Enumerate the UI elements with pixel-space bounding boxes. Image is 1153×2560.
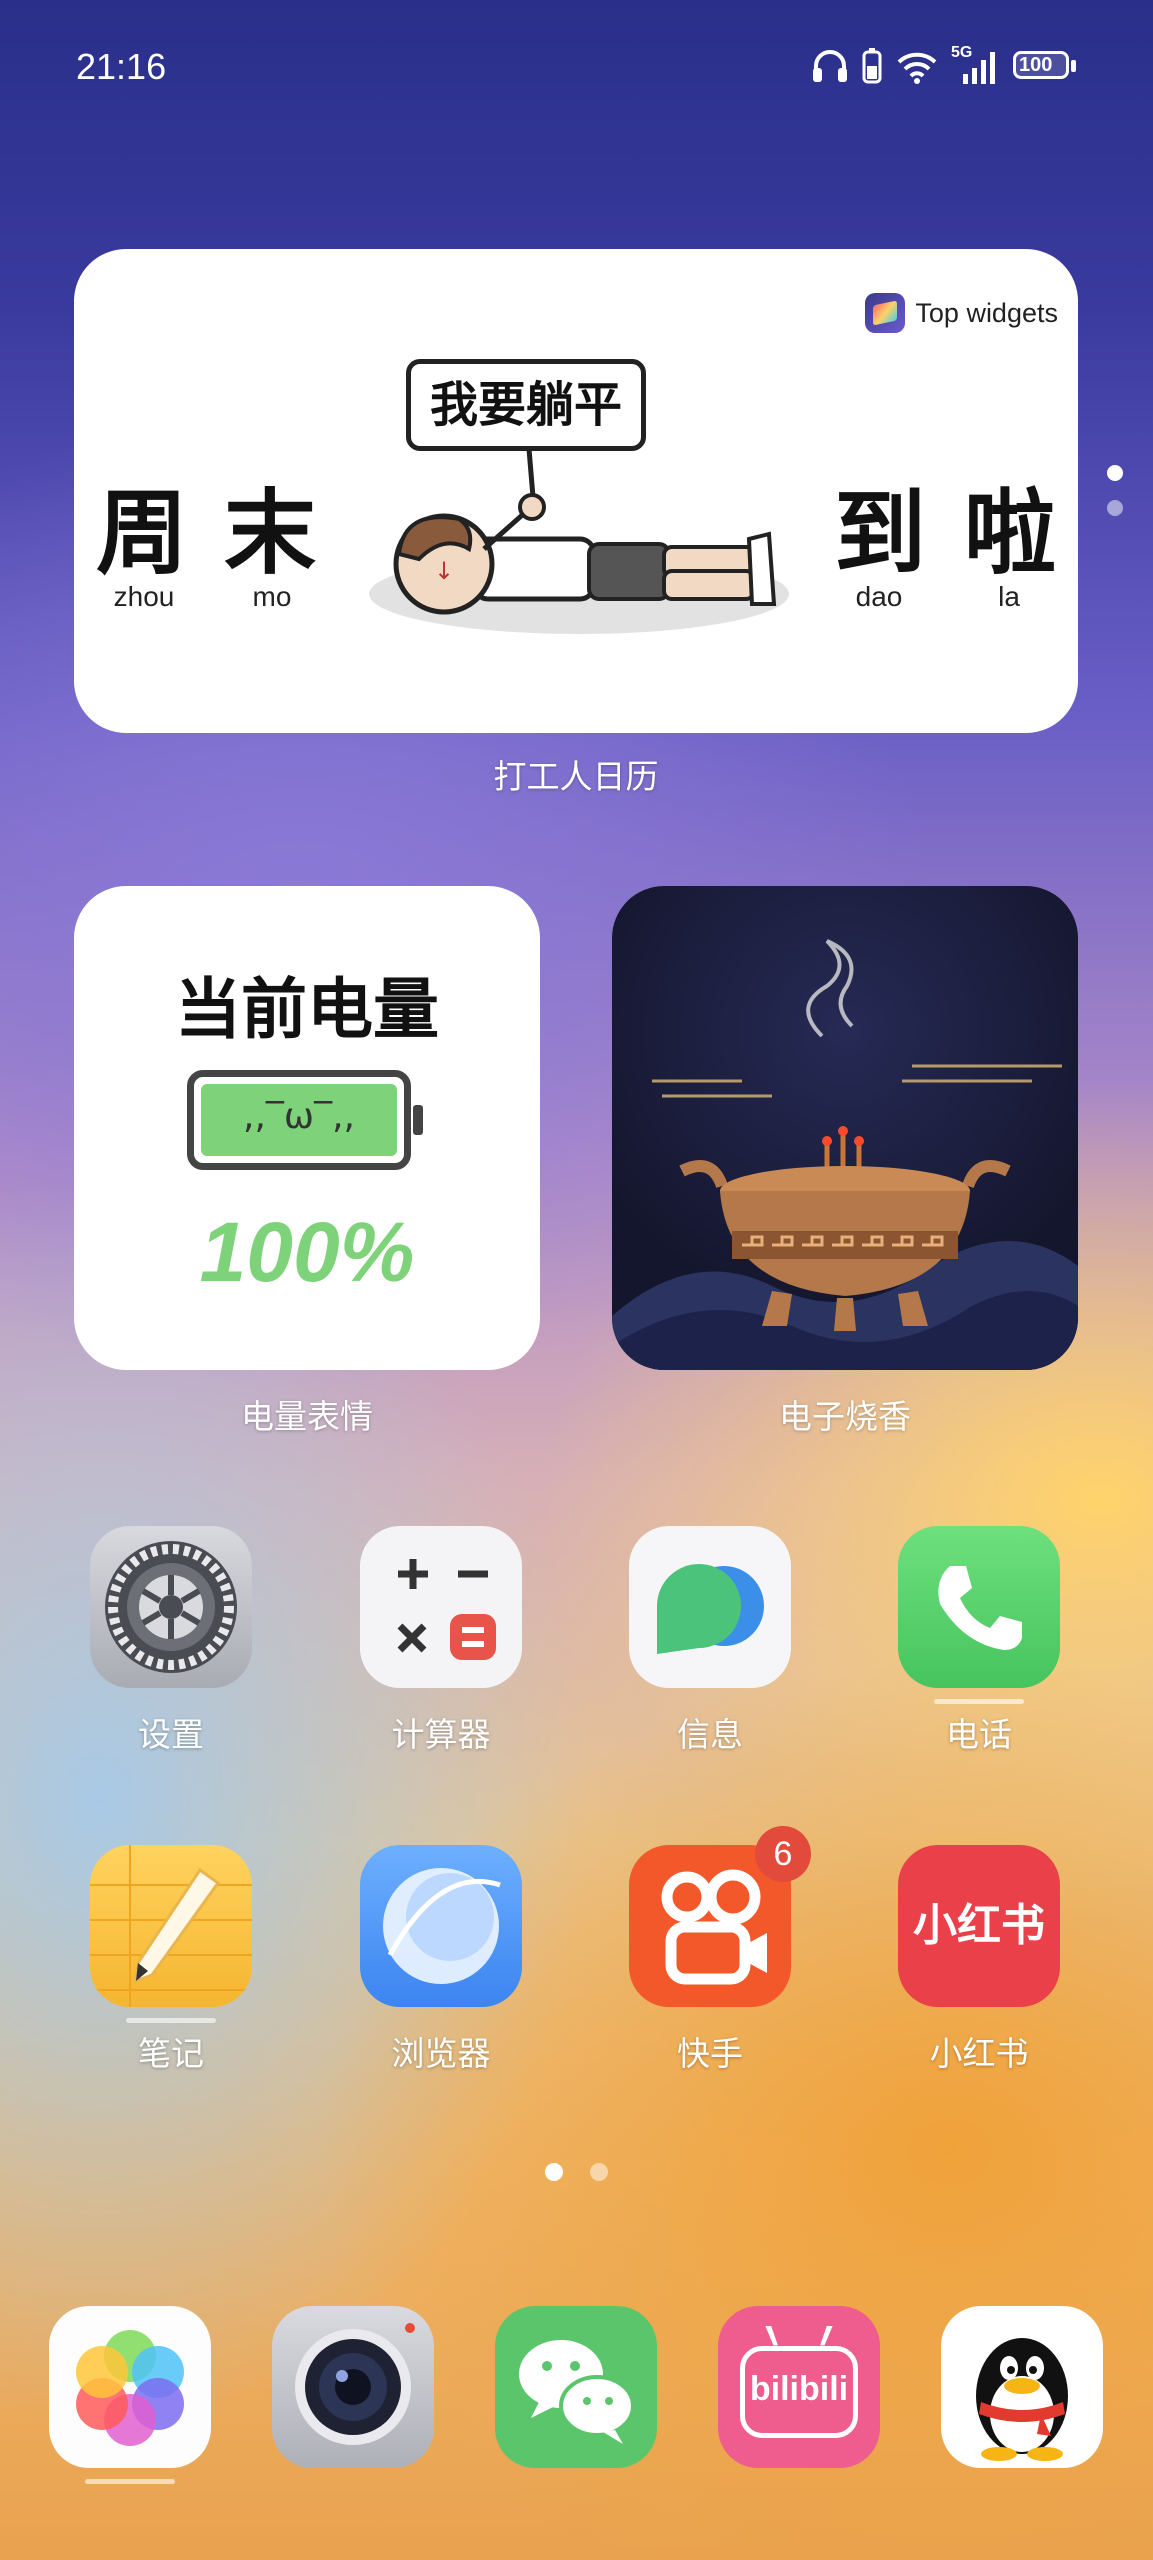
calendar-pinyin-3: dao bbox=[855, 581, 903, 612]
qq-penguin-icon bbox=[976, 2338, 1068, 2461]
photos-app-indicator bbox=[85, 2479, 175, 2484]
photos-icon bbox=[76, 2330, 184, 2446]
status-time: 21:16 bbox=[76, 46, 167, 87]
phone-icon bbox=[938, 1566, 1022, 1650]
battery-percent: 100% bbox=[199, 1205, 415, 1299]
calendar-pinyin-2: mo bbox=[252, 581, 292, 612]
qq-app-icon[interactable] bbox=[941, 2306, 1103, 2468]
kuaishou-notification-badge: 6 bbox=[755, 1826, 811, 1882]
battery-widget-label: 电量表情 bbox=[241, 1397, 373, 1436]
notes-app-indicator bbox=[126, 2018, 216, 2023]
settings-app-label: 设置 bbox=[138, 1715, 204, 1754]
incense-widget-label: 电子烧香 bbox=[779, 1397, 911, 1436]
xiaohongshu-icon: 小红书 bbox=[913, 1900, 1045, 1951]
widget-page-dot bbox=[1107, 500, 1123, 516]
calculator-icon bbox=[397, 1559, 496, 1660]
calendar-char-4: 啦 bbox=[964, 480, 1057, 587]
cellular-signal: 5G bbox=[951, 44, 1001, 84]
widget-page-dot-active bbox=[1107, 465, 1123, 481]
messages-app-label: 信息 bbox=[677, 1715, 743, 1754]
calendar-pinyin-4: la bbox=[998, 581, 1020, 612]
phone-app-label: 电话 bbox=[946, 1715, 1012, 1754]
battery-fill: ,,‾ω‾,, bbox=[201, 1084, 397, 1156]
top-widgets-logo-icon bbox=[865, 293, 906, 333]
svg-text:↓: ↓ bbox=[434, 557, 454, 585]
top-widgets-badge: Top widgets bbox=[865, 293, 1058, 333]
battery-widget-title: 当前电量 bbox=[175, 971, 439, 1048]
calendar-char-3: 到 bbox=[834, 480, 927, 587]
settings-app-icon[interactable] bbox=[90, 1526, 252, 1688]
battery-face-widget[interactable]: 当前电量 ,,‾ω‾,, 100% bbox=[74, 886, 540, 1370]
calendar-widget-label: 打工人日历 bbox=[493, 757, 659, 796]
person-figure-icon: ↓ bbox=[369, 448, 789, 634]
kuaishou-app-label: 快手 bbox=[677, 2034, 743, 2073]
calendar-char-2: 末 bbox=[224, 480, 317, 587]
calendar-widget[interactable]: Top widgets 周 末 到 啦 zhou mo dao la 我要躺平 … bbox=[74, 249, 1078, 733]
notes-icon bbox=[90, 1845, 252, 2007]
camera-app-icon[interactable] bbox=[272, 2306, 434, 2468]
sign-board: 我要躺平 bbox=[406, 359, 646, 451]
calculator-app-label: 计算器 bbox=[391, 1715, 491, 1754]
bilibili-icon: bilibili bbox=[749, 2370, 849, 2408]
browser-icon bbox=[383, 1868, 501, 1984]
browser-app-icon[interactable] bbox=[360, 1845, 522, 2007]
page-indicator-dot[interactable] bbox=[590, 2163, 608, 2181]
battery-face-text: ,,‾ω‾,, bbox=[243, 1096, 355, 1137]
status-bar: 21:16 5G 100 bbox=[0, 0, 1153, 140]
calendar-char-1: 周 bbox=[96, 480, 189, 587]
incense-burner-icon bbox=[612, 939, 1078, 1370]
page-indicator-dot-active[interactable] bbox=[545, 2163, 563, 2181]
battery-face-graphic: ,,‾ω‾,, bbox=[187, 1070, 427, 1170]
signal-bars-icon bbox=[963, 52, 995, 84]
sign-text: 我要躺平 bbox=[429, 377, 622, 433]
wechat-icon bbox=[519, 2340, 635, 2444]
battery-level-text: 100 bbox=[1019, 54, 1053, 76]
browser-app-label: 浏览器 bbox=[391, 2034, 491, 2073]
wifi-icon bbox=[897, 52, 937, 84]
xiaohongshu-app-label: 小红书 bbox=[929, 2034, 1029, 2073]
phone-battery-icon bbox=[862, 48, 882, 84]
notes-app-label: 笔记 bbox=[138, 2034, 204, 2073]
lying-person-illustration: 我要躺平 ↓ bbox=[364, 359, 794, 639]
messages-app-icon[interactable] bbox=[629, 1526, 791, 1688]
calendar-pinyin-1: zhou bbox=[113, 581, 175, 612]
settings-gear-icon bbox=[105, 1541, 237, 1673]
camera-icon bbox=[295, 2323, 415, 2445]
phone-app-indicator bbox=[934, 1699, 1024, 1704]
bilibili-app-icon[interactable]: bilibili bbox=[718, 2306, 880, 2468]
messages-icon bbox=[657, 1564, 764, 1654]
xiaohongshu-app-icon[interactable]: 小红书 bbox=[898, 1845, 1060, 2007]
status-icons: 5G 100 bbox=[811, 44, 1079, 84]
incense-widget[interactable] bbox=[612, 886, 1078, 1370]
notes-app-icon[interactable] bbox=[90, 1845, 252, 2007]
headphones-icon bbox=[813, 50, 847, 82]
phone-app-icon[interactable] bbox=[898, 1526, 1060, 1688]
wechat-app-icon[interactable] bbox=[495, 2306, 657, 2468]
photos-app-icon[interactable] bbox=[49, 2306, 211, 2468]
top-widgets-brand: Top widgets bbox=[915, 297, 1058, 328]
calculator-app-icon[interactable] bbox=[360, 1526, 522, 1688]
bilibili-antenna bbox=[765, 2325, 833, 2346]
battery-indicator: 100 bbox=[1013, 49, 1079, 83]
